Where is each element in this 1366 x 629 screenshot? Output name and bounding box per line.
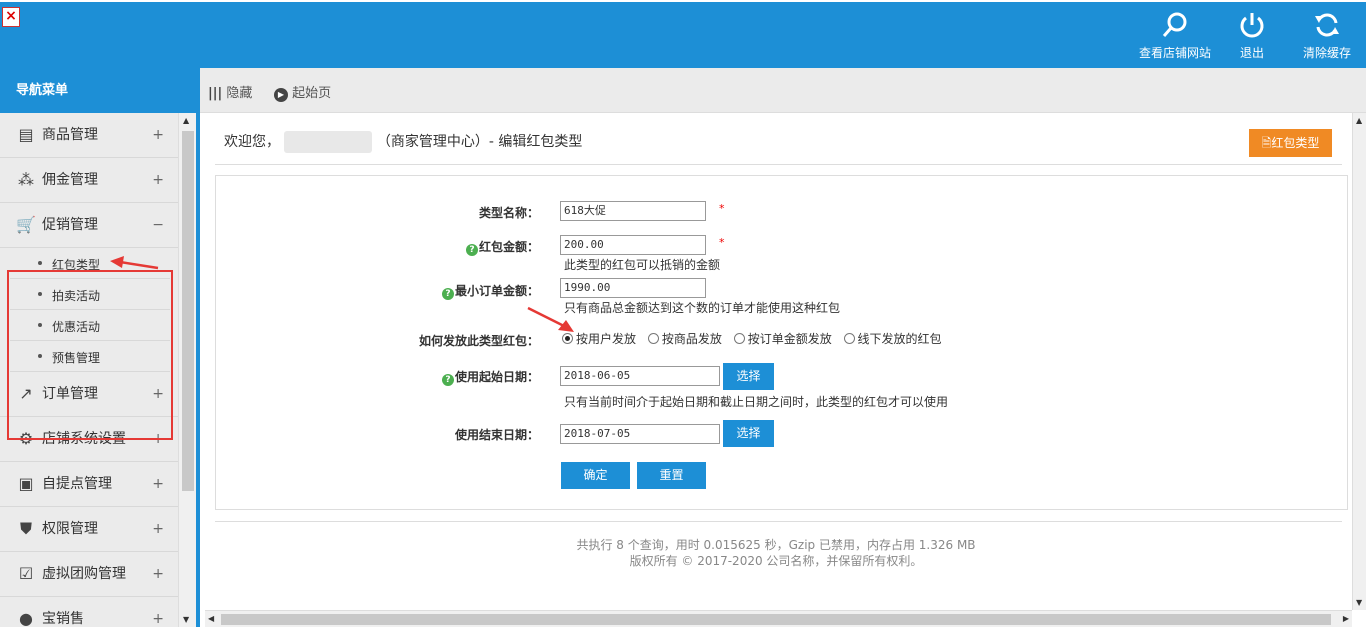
red-arrow-icon	[527, 306, 574, 332]
checkbox-icon: ☑	[18, 564, 34, 583]
divider	[215, 521, 1342, 522]
scroll-down-icon[interactable]: ▼	[1356, 598, 1362, 607]
help-icon[interactable]: ?	[441, 288, 454, 300]
bullet-icon	[38, 261, 42, 265]
top-header: × 查看店铺网站 退出 清除缓存	[0, 0, 1366, 68]
sidebar: 导航菜单 ▤ 商品管理 + ⁂ 佣金管理 + 🛒 促销管理 − 红包类型 拍卖活…	[0, 68, 196, 628]
main-content: 欢迎您， （商家管理中心）- 编辑红包类型 🗎红包类型 类型名称： 618大促 …	[200, 113, 1352, 610]
columns-icon: |||	[208, 86, 223, 101]
close-icon[interactable]: ×	[2, 7, 20, 27]
start-page-button[interactable]: ▶ 起始页	[274, 82, 331, 102]
search-icon	[1162, 12, 1187, 37]
required-mark: *	[719, 202, 725, 215]
end-date-label: 使用结束日期：	[454, 428, 539, 442]
start-date-input[interactable]: 2018-06-05	[560, 366, 720, 386]
sidebar-item-sales[interactable]: ● 宝销售 +	[0, 597, 178, 628]
min-order-hint: 只有商品总金额达到这个数的订单才能使用这种红包	[564, 301, 841, 315]
sidebar-item-permission[interactable]: ⛊ 权限管理 +	[0, 507, 178, 552]
hide-button[interactable]: ||| 隐藏	[208, 82, 252, 101]
radio-icon	[733, 333, 745, 344]
reset-button[interactable]: 重置	[637, 462, 706, 489]
scroll-left-icon[interactable]: ◀	[208, 614, 214, 623]
bonus-type-list-button[interactable]: 🗎红包类型	[1249, 129, 1332, 157]
scrollbar-thumb[interactable]	[182, 131, 194, 491]
logout-button[interactable]: 退出	[1237, 10, 1267, 61]
start-date-label: ? 使用起始日期：	[441, 368, 539, 386]
required-mark: *	[719, 236, 725, 249]
amount-hint: 此类型的红包可以抵销的金额	[564, 258, 721, 272]
bag-icon: ▣	[18, 474, 34, 493]
radio-icon	[647, 333, 659, 344]
chat-icon: ●	[19, 609, 33, 628]
help-icon[interactable]: ?	[441, 374, 454, 386]
play-icon: ▶	[274, 88, 288, 102]
amount-label: ? 红包金额：	[465, 238, 539, 256]
scroll-down-icon[interactable]: ▼	[183, 615, 189, 624]
username-blurred	[284, 131, 373, 153]
toolbar: ||| 隐藏 ▶ 起始页	[200, 68, 1366, 113]
end-date-input[interactable]: 2018-07-05	[560, 424, 720, 444]
nav-title: 导航菜单	[0, 68, 196, 113]
radio-offline[interactable]: 线下发放的红包	[843, 330, 942, 347]
radio-by-order-amount[interactable]: 按订单金额发放	[733, 330, 832, 347]
refresh-icon	[1315, 13, 1339, 37]
add-page-icon: 🗎	[1261, 136, 1272, 150]
view-site-button[interactable]: 查看店铺网站	[1139, 10, 1211, 61]
type-name-input[interactable]: 618大促	[560, 201, 706, 221]
sidebar-item-promotion[interactable]: 🛒 促销管理 −	[0, 203, 178, 248]
radio-icon	[843, 333, 855, 344]
red-arrow-icon	[110, 256, 159, 270]
radio-by-goods[interactable]: 按商品发放	[647, 330, 722, 347]
content-vertical-scrollbar[interactable]: ▲ ▼	[1352, 113, 1366, 610]
page-title: 欢迎您， （商家管理中心）- 编辑红包类型	[224, 131, 582, 153]
sidebar-item-virtual-group[interactable]: ☑ 虚拟团购管理 +	[0, 552, 178, 597]
cart-icon: 🛒	[16, 215, 36, 234]
sidebar-item-goods[interactable]: ▤ 商品管理 +	[0, 113, 178, 158]
help-icon[interactable]: ?	[465, 244, 478, 256]
edit-bonus-form: 类型名称： 618大促 * ? 红包金额： 200.00 * 此类型的红包可以抵销…	[215, 175, 1348, 510]
end-date-select-button[interactable]: 选择	[723, 420, 774, 447]
sidebar-item-pickup[interactable]: ▣ 自提点管理 +	[0, 462, 178, 507]
promotion-highlight-box	[7, 270, 173, 440]
sidebar-scrollbar[interactable]: ▲ ▼	[178, 113, 196, 627]
start-date-select-button[interactable]: 选择	[723, 363, 774, 390]
confirm-button[interactable]: 确定	[561, 462, 630, 489]
footer: 共执行 8 个查询，用时 0.015625 秒，Gzip 已禁用，内存占用 1.…	[200, 537, 1352, 569]
send-type-label: 如何发放此类型红包：	[418, 334, 539, 348]
scroll-up-icon[interactable]: ▲	[1356, 116, 1362, 125]
clipboard-icon: ▤	[18, 125, 34, 144]
type-name-label: 类型名称：	[478, 206, 539, 220]
scroll-up-icon[interactable]: ▲	[183, 116, 189, 125]
clear-cache-button[interactable]: 清除缓存	[1303, 10, 1351, 61]
footer-copyright: 版权所有 © 2017-2020 公司名称，并保留所有权利。	[629, 554, 923, 568]
shield-icon: ⛊	[19, 519, 32, 538]
radio-checked-icon	[562, 333, 573, 344]
min-order-label: ? 最小订单金额：	[441, 282, 539, 300]
content-horizontal-scrollbar[interactable]: ◀ ▶	[205, 610, 1352, 627]
send-type-radio-group: 按用户发放 按商品发放 按订单金额发放 线下发放的红包	[562, 330, 950, 347]
sidebar-item-commission[interactable]: ⁂ 佣金管理 +	[0, 158, 178, 203]
scrollbar-thumb[interactable]	[221, 614, 1331, 625]
min-order-input[interactable]: 1990.00	[560, 278, 706, 298]
footer-stats: 共执行 8 个查询，用时 0.015625 秒，Gzip 已禁用，内存占用 1.…	[576, 538, 976, 552]
share-icon: ⁂	[18, 170, 34, 189]
divider	[215, 164, 1342, 165]
start-date-hint: 只有当前时间介于起始日期和截止日期之间时，此类型的红包才可以使用	[564, 395, 949, 409]
amount-input[interactable]: 200.00	[560, 235, 706, 255]
scroll-right-icon[interactable]: ▶	[1343, 614, 1349, 623]
power-icon	[1240, 13, 1264, 38]
